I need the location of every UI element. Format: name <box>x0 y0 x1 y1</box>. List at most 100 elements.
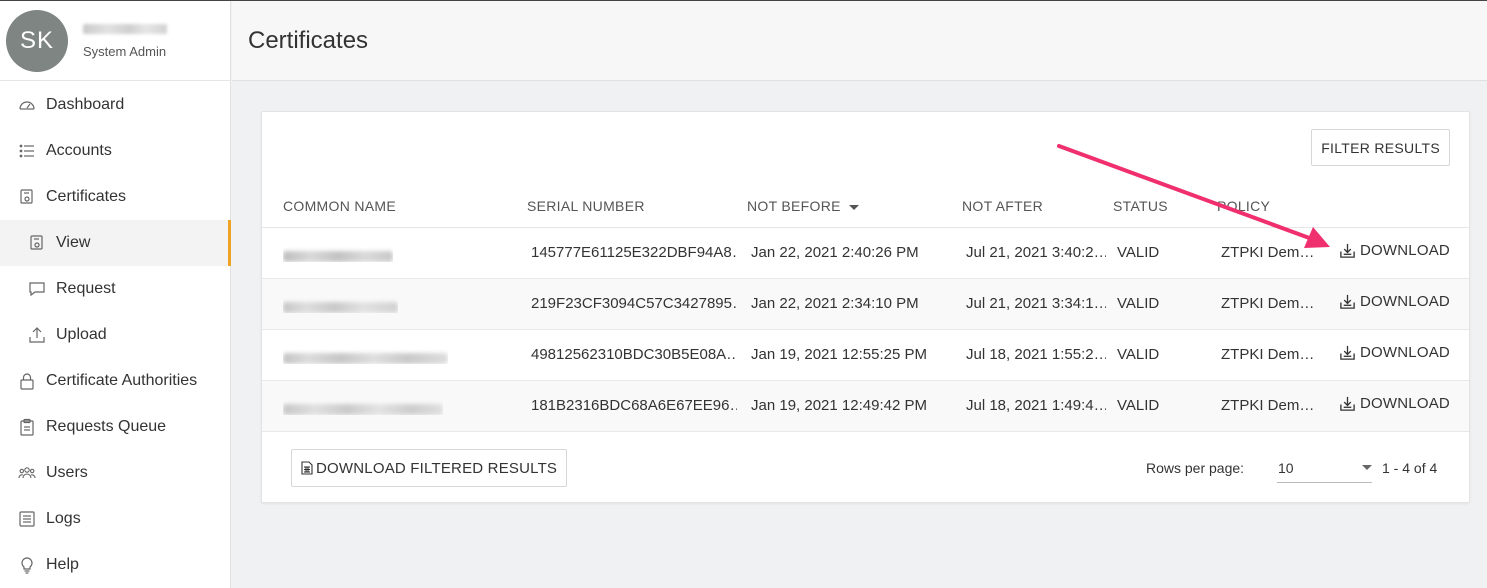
sidebar-item-label: Dashboard <box>46 96 125 113</box>
column-header-policy[interactable]: POLICY <box>1217 198 1270 214</box>
download-link[interactable]: DOWNLOAD <box>1339 242 1450 263</box>
dashboard-gauge-icon <box>18 96 36 114</box>
download-label: DOWNLOAD <box>1360 293 1450 310</box>
upload-icon <box>28 326 46 344</box>
table-row[interactable]: 145777E61125E322DBF94A8… Jan 22, 2021 2:… <box>262 228 1469 279</box>
download-tray-icon <box>1340 345 1355 360</box>
not-after: Jul 18, 2021 1:55:2… <box>966 346 1106 363</box>
sidebar-item-dashboard[interactable]: Dashboard <box>0 82 230 128</box>
certificates-card: FILTER RESULTS COMMON NAME SERIAL NUMBER… <box>261 111 1470 503</box>
sidebar-item-certificates[interactable]: Certificates <box>0 174 230 220</box>
sidebar-nav: Dashboard Accounts Certificates View Req… <box>0 81 231 588</box>
download-link[interactable]: DOWNLOAD <box>1339 344 1450 365</box>
not-after: Jul 18, 2021 1:49:4… <box>966 397 1106 414</box>
filter-results-button[interactable]: FILTER RESULTS <box>1311 129 1450 166</box>
common-name-redacted <box>283 298 398 313</box>
common-name-redacted <box>283 349 448 364</box>
common-name-redacted <box>283 400 443 415</box>
table-row[interactable]: 219F23CF3094C57C3427895… Jan 22, 2021 2:… <box>262 279 1469 330</box>
log-list-icon <box>18 510 36 528</box>
column-header-not-after[interactable]: NOT AFTER <box>962 198 1043 214</box>
table-row[interactable]: 181B2316BDC68A6E67EE96… Jan 19, 2021 12:… <box>262 381 1469 432</box>
status: VALID <box>1117 397 1160 414</box>
sidebar-item-label: Requests Queue <box>46 418 167 435</box>
page-header: Certificates <box>232 1 1487 81</box>
status: VALID <box>1117 295 1160 312</box>
download-link[interactable]: DOWNLOAD <box>1339 395 1450 416</box>
download-tray-icon <box>1340 243 1355 258</box>
column-header-not-before[interactable]: NOT BEFORE <box>747 198 859 214</box>
sidebar-item-users[interactable]: Users <box>0 450 230 496</box>
policy: ZTPKI Dem… <box>1221 295 1313 312</box>
not-after: Jul 21, 2021 3:40:2… <box>966 244 1106 261</box>
certificate-view-icon <box>28 234 46 252</box>
not-before: Jan 22, 2021 2:40:26 PM <box>751 244 919 261</box>
rows-per-page-label: Rows per page: <box>1146 460 1245 476</box>
lightbulb-icon <box>18 556 36 574</box>
message-icon <box>28 280 46 298</box>
user-name-redacted <box>83 24 167 34</box>
list-icon <box>18 142 36 160</box>
policy: ZTPKI Dem… <box>1221 397 1313 414</box>
page-title: Certificates <box>248 26 369 54</box>
sidebar-item-help[interactable]: Help <box>0 542 230 588</box>
table-row[interactable]: 49812562310BDC30B5E08A… Jan 19, 2021 12:… <box>262 330 1469 381</box>
pagination-range: 1 - 4 of 4 <box>1382 460 1438 476</box>
download-filtered-label: DOWNLOAD FILTERED RESULTS <box>316 459 558 477</box>
download-link[interactable]: DOWNLOAD <box>1339 293 1450 314</box>
column-header-label: NOT BEFORE <box>747 198 841 214</box>
not-after: Jul 21, 2021 3:34:1… <box>966 295 1106 312</box>
sidebar-item-label: Logs <box>46 510 81 527</box>
column-header-status[interactable]: STATUS <box>1113 198 1168 214</box>
sidebar-item-label: Upload <box>56 326 107 343</box>
sidebar-item-label: Help <box>46 556 79 573</box>
download-tray-icon <box>1340 294 1355 309</box>
clipboard-icon <box>18 418 36 436</box>
not-before: Jan 22, 2021 2:34:10 PM <box>751 295 919 312</box>
table-header: COMMON NAME SERIAL NUMBER NOT BEFORE NOT… <box>262 188 1469 228</box>
not-before: Jan 19, 2021 12:49:42 PM <box>751 397 927 414</box>
serial-number: 181B2316BDC68A6E67EE96… <box>531 397 737 414</box>
sort-descending-icon <box>848 204 859 210</box>
sidebar-item-label: View <box>56 234 91 251</box>
lock-icon <box>18 372 36 390</box>
sidebar-item-logs[interactable]: Logs <box>0 496 230 542</box>
rows-per-page-value: 10 <box>1278 460 1294 476</box>
download-label: DOWNLOAD <box>1360 395 1450 412</box>
dropdown-caret-icon <box>1362 465 1372 470</box>
user-profile[interactable]: SK System Admin <box>0 1 230 81</box>
sidebar-item-label: Certificate Authorities <box>46 372 198 389</box>
sidebar-item-label: Accounts <box>46 142 112 159</box>
download-label: DOWNLOAD <box>1360 242 1450 259</box>
serial-number: 145777E61125E322DBF94A8… <box>531 244 737 261</box>
sidebar-item-requests-queue[interactable]: Requests Queue <box>0 404 230 450</box>
sidebar-item-upload[interactable]: Upload <box>0 312 230 358</box>
serial-number: 219F23CF3094C57C3427895… <box>531 295 737 312</box>
download-tray-icon <box>1340 396 1355 411</box>
policy: ZTPKI Dem… <box>1221 244 1313 261</box>
column-header-common-name[interactable]: COMMON NAME <box>283 198 396 214</box>
column-header-serial-number[interactable]: SERIAL NUMBER <box>527 198 645 214</box>
sidebar: SK System Admin Dashboard Accounts Certi… <box>0 1 231 588</box>
sidebar-item-label: Users <box>46 464 88 481</box>
status: VALID <box>1117 346 1160 363</box>
status: VALID <box>1117 244 1160 261</box>
user-role: System Admin <box>83 44 167 59</box>
serial-number: 49812562310BDC30B5E08A… <box>531 346 737 363</box>
users-group-icon <box>18 464 36 482</box>
download-filtered-results-button[interactable]: DOWNLOAD FILTERED RESULTS <box>291 449 568 487</box>
common-name-redacted <box>283 247 393 262</box>
user-meta: System Admin <box>83 22 167 59</box>
certificate-icon <box>18 188 36 206</box>
sidebar-item-view[interactable]: View <box>0 220 231 266</box>
not-before: Jan 19, 2021 12:55:25 PM <box>751 346 927 363</box>
avatar[interactable]: SK <box>6 9 68 72</box>
policy: ZTPKI Dem… <box>1221 346 1313 363</box>
download-label: DOWNLOAD <box>1360 344 1450 361</box>
sidebar-item-label: Request <box>56 280 116 297</box>
sidebar-item-certificate-authorities[interactable]: Certificate Authorities <box>0 358 230 404</box>
sidebar-item-accounts[interactable]: Accounts <box>0 128 230 174</box>
rows-per-page-select[interactable]: 10 <box>1277 452 1372 483</box>
spreadsheet-file-icon <box>301 461 313 475</box>
sidebar-item-request[interactable]: Request <box>0 266 230 312</box>
